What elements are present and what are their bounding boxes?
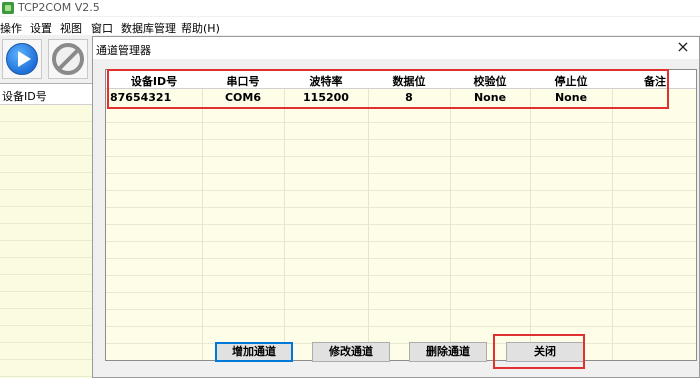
- table-empty-rows: [106, 106, 696, 360]
- column-divider: [530, 70, 531, 360]
- stop-icon: [52, 43, 84, 75]
- column-divider: [612, 70, 613, 360]
- menu-operate[interactable]: 操作: [0, 20, 22, 36]
- channel-manager-dialog: 通道管理器 × 设备ID号 串口号 波特率 数据位 校验位 停止位 备注 876…: [92, 36, 700, 378]
- app-logo-icon: [2, 2, 14, 14]
- column-divider: [450, 70, 451, 360]
- device-list-panel: 设备ID号: [0, 83, 92, 378]
- dialog-title: 通道管理器: [96, 44, 151, 57]
- column-divider: [284, 70, 285, 360]
- app-title: TCP2COM V2.5: [18, 1, 100, 14]
- menu-settings[interactable]: 设置: [30, 20, 52, 36]
- menu-database[interactable]: 数据库管理: [121, 20, 176, 36]
- device-id-column-header: 设备ID号: [2, 90, 47, 103]
- channel-table[interactable]: 设备ID号 串口号 波特率 数据位 校验位 停止位 备注 87654321 CO…: [105, 69, 697, 361]
- edit-channel-button[interactable]: 修改通道: [312, 342, 390, 362]
- device-list-rows[interactable]: [0, 105, 92, 378]
- device-list-header[interactable]: 设备ID号: [0, 84, 92, 105]
- menu-help[interactable]: 帮助(H): [181, 20, 220, 36]
- column-divider: [202, 70, 203, 360]
- stop-button[interactable]: [48, 39, 88, 79]
- menu-window[interactable]: 窗口: [91, 20, 113, 36]
- add-channel-button[interactable]: 增加通道: [215, 342, 293, 362]
- column-divider: [368, 70, 369, 360]
- highlight-table-box: [107, 69, 669, 109]
- delete-channel-button[interactable]: 删除通道: [409, 342, 487, 362]
- play-icon: [6, 43, 38, 75]
- start-button[interactable]: [2, 39, 42, 79]
- dialog-titlebar: 通道管理器 ×: [93, 37, 699, 59]
- app-titlebar: TCP2COM V2.5: [0, 0, 700, 16]
- app-window: TCP2COM V2.5 操作 设置 视图 窗口 数据库管理 帮助(H) 设备I…: [0, 0, 700, 378]
- highlight-close-box: [493, 334, 585, 369]
- close-icon[interactable]: ×: [669, 37, 697, 59]
- toolbar: [0, 36, 92, 82]
- menu-view[interactable]: 视图: [60, 20, 82, 36]
- menubar: 操作 设置 视图 窗口 数据库管理 帮助(H): [0, 17, 700, 35]
